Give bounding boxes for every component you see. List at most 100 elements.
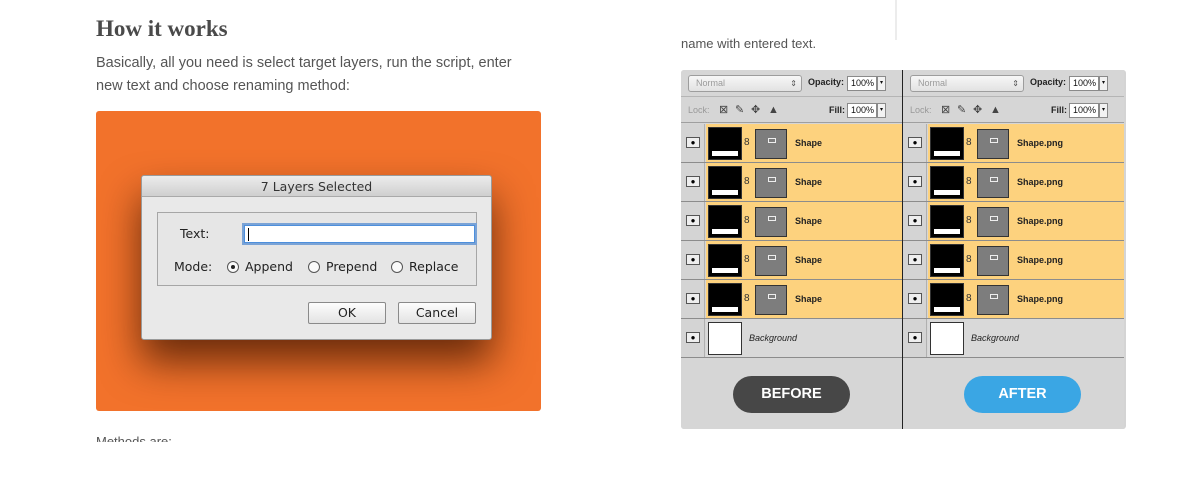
chain-link-icon: 8 [744, 137, 750, 148]
layer-mask-thumbnail [755, 285, 787, 315]
layer-row[interactable]: ● 8 Shape.png [903, 124, 1124, 163]
mode-option-label: Append [245, 259, 293, 274]
mode-append-radio[interactable]: Append [227, 259, 293, 274]
layer-thumbnail [708, 244, 742, 277]
eye-icon[interactable]: ● [908, 176, 922, 187]
lock-transparent-icon[interactable]: ⊠ [719, 104, 728, 116]
move-icon[interactable]: ✥ [973, 104, 982, 116]
eye-icon[interactable]: ● [686, 332, 700, 343]
fill-value: 100% [851, 105, 875, 115]
background-layer-row[interactable]: ● Background [681, 319, 902, 358]
layer-thumbnail [708, 127, 742, 160]
text-input[interactable] [242, 223, 477, 245]
layer-name: Shape.png [1017, 255, 1064, 265]
column-divider [895, 0, 897, 40]
dropdown-arrow-icon[interactable]: ▾ [1099, 76, 1108, 91]
lock-icon[interactable]: ▲ [990, 104, 1001, 116]
eye-icon[interactable]: ● [908, 215, 922, 226]
brush-icon[interactable]: ✎ [735, 104, 744, 116]
layers-panel-before: Normal ⇕ Opacity: 100% ▾ Lock: ⊠ ✎ ✥ ▲ F… [681, 70, 902, 429]
mode-option-label: Replace [409, 259, 459, 274]
lock-icon[interactable]: ▲ [768, 104, 779, 116]
eye-icon[interactable]: ● [908, 293, 922, 304]
lock-transparent-icon[interactable]: ⊠ [941, 104, 950, 116]
blend-mode-select[interactable]: Normal ⇕ [910, 75, 1024, 92]
layer-row[interactable]: ● 8 Shape.png [903, 241, 1124, 280]
fill-value: 100% [1073, 105, 1097, 115]
panel-top-row: Normal ⇕ Opacity: 100% ▾ [903, 70, 1124, 97]
layer-mask-thumbnail [977, 129, 1009, 159]
radio-icon [227, 260, 239, 273]
layer-name: Background [971, 333, 1020, 343]
blend-mode-value: Normal [918, 78, 948, 88]
layer-row[interactable]: ● 8 Shape.png [903, 202, 1124, 241]
fill-field[interactable]: 100% ▾ [847, 103, 886, 118]
layer-mask-thumbnail [977, 285, 1009, 315]
layer-name: Shape.png [1017, 138, 1064, 148]
layer-row[interactable]: ● 8 Shape.png [903, 163, 1124, 202]
layer-mask-thumbnail [755, 207, 787, 237]
layer-mask-thumbnail [977, 246, 1009, 276]
ok-button[interactable]: OK [308, 302, 386, 324]
layer-thumbnail [930, 127, 964, 160]
mode-prepend-radio[interactable]: Prepend [308, 259, 377, 274]
chain-link-icon: 8 [966, 254, 972, 265]
background-layer-row[interactable]: ● Background [903, 319, 1124, 358]
after-badge: AFTER [964, 376, 1081, 413]
move-icon[interactable]: ✥ [751, 104, 760, 116]
chain-link-icon: 8 [966, 137, 972, 148]
layer-row[interactable]: ● 8 Shape [681, 163, 902, 202]
eye-icon[interactable]: ● [686, 176, 700, 187]
eye-icon[interactable]: ● [686, 137, 700, 148]
next-paragraph-cutoff: Methods are: [96, 434, 172, 442]
opacity-value: 100% [851, 78, 875, 88]
layer-name: Shape [795, 294, 823, 304]
radio-icon [308, 260, 320, 273]
options-group: Text: Mode: Append Prepend Replace [157, 212, 477, 286]
mode-replace-radio[interactable]: Replace [391, 259, 458, 274]
opacity-field[interactable]: 100% ▾ [847, 76, 886, 91]
layer-row[interactable]: ● 8 Shape [681, 241, 902, 280]
before-badge: BEFORE [733, 376, 850, 413]
cancel-button[interactable]: Cancel [398, 302, 476, 324]
layer-thumbnail [708, 166, 742, 199]
layer-row[interactable]: ● 8 Shape [681, 124, 902, 163]
eye-icon[interactable]: ● [686, 215, 700, 226]
caption-cutoff: name with entered text. [681, 37, 817, 51]
layer-thumbnail [930, 205, 964, 238]
fill-field[interactable]: 100% ▾ [1069, 103, 1108, 118]
mode-label: Mode: [174, 259, 213, 274]
layers-panel-after: Normal ⇕ Opacity: 100% ▾ Lock: ⊠ ✎ ✥ ▲ F… [903, 70, 1124, 429]
dropdown-arrow-icon[interactable]: ▾ [877, 103, 886, 118]
panel-lock-row: Lock: ⊠ ✎ ✥ ▲ Fill: 100% ▾ [903, 98, 1124, 123]
opacity-field[interactable]: 100% ▾ [1069, 76, 1108, 91]
layer-row[interactable]: ● 8 Shape.png [903, 280, 1124, 319]
brush-icon[interactable]: ✎ [957, 104, 966, 116]
layer-row[interactable]: ● 8 Shape [681, 202, 902, 241]
layer-row[interactable]: ● 8 Shape [681, 280, 902, 319]
dropdown-arrow-icon[interactable]: ▾ [877, 76, 886, 91]
opacity-label: Opacity: [808, 77, 845, 87]
intro-paragraph: Basically, all you need is select target… [96, 55, 512, 94]
dropdown-arrow-icon: ⇕ [1012, 79, 1019, 88]
layer-mask-thumbnail [755, 168, 787, 198]
chain-link-icon: 8 [966, 293, 972, 304]
eye-icon[interactable]: ● [686, 254, 700, 265]
layer-name: Shape [795, 138, 823, 148]
layer-name: Shape [795, 216, 823, 226]
panel-lock-row: Lock: ⊠ ✎ ✥ ▲ Fill: 100% ▾ [681, 98, 902, 123]
blend-mode-select[interactable]: Normal ⇕ [688, 75, 802, 92]
eye-icon[interactable]: ● [908, 137, 922, 148]
text-caret [248, 228, 249, 241]
opacity-value: 100% [1073, 78, 1097, 88]
eye-icon[interactable]: ● [908, 254, 922, 265]
layer-name: Background [749, 333, 798, 343]
eye-icon[interactable]: ● [908, 332, 922, 343]
eye-icon[interactable]: ● [686, 293, 700, 304]
layer-thumbnail [708, 283, 742, 316]
layer-thumbnail [708, 322, 742, 355]
dropdown-arrow-icon[interactable]: ▾ [1099, 103, 1108, 118]
opacity-label: Opacity: [1030, 77, 1067, 87]
layer-mask-thumbnail [977, 207, 1009, 237]
dropdown-arrow-icon: ⇕ [790, 79, 797, 88]
